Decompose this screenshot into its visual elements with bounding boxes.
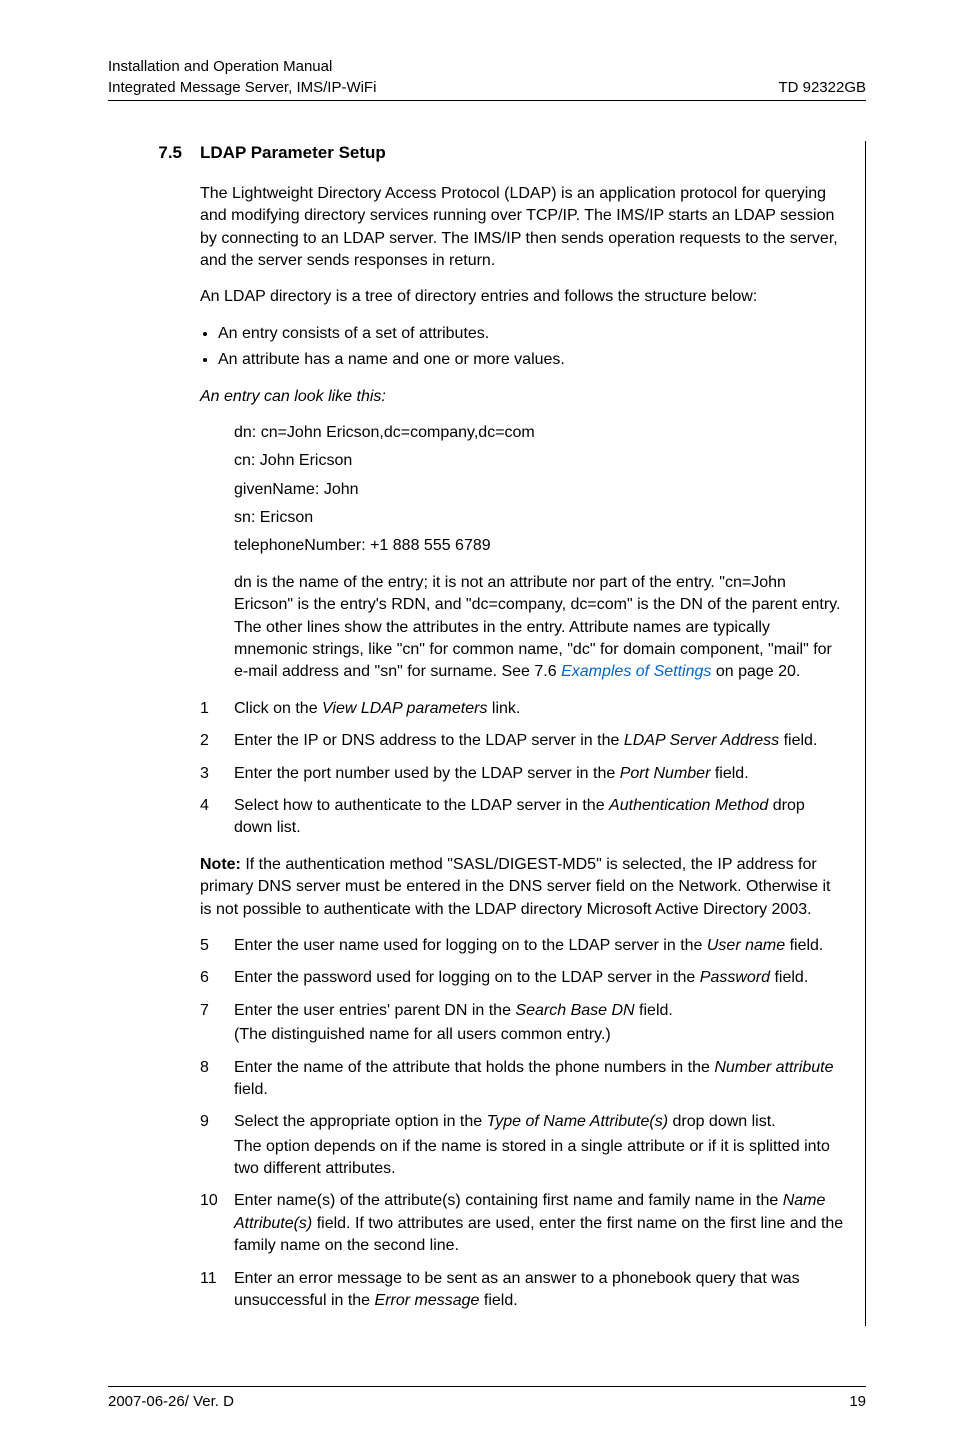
entry-example-caption: An entry can look like this: [200,386,845,408]
step-number: 3 [200,763,234,785]
step-number: 4 [200,795,234,840]
bullet-item: An attribute has a name and one or more … [218,349,845,371]
step-number: 6 [200,967,234,989]
footer-page-number: 19 [849,1391,866,1412]
dn-explanation: dn is the name of the entry; it is not a… [234,572,845,684]
header-left-1: Installation and Operation Manual [108,56,332,77]
step-subtext: The option depends on if the name is sto… [234,1136,845,1181]
step-number: 7 [200,1000,234,1022]
dn-line: cn: John Ericson [234,450,845,472]
step-text: Enter the IP or DNS address to the LDAP … [234,730,845,752]
step-row: 1 Click on the View LDAP parameters link… [200,698,845,720]
page-footer: 2007-06-26/ Ver. D 19 [108,1386,866,1412]
dn-line: telephoneNumber: +1 888 555 6789 [234,535,845,557]
step-row: 11 Enter an error message to be sent as … [200,1268,845,1313]
header-rule [108,100,866,101]
step-text: Enter an error message to be sent as an … [234,1268,845,1313]
step-number: 10 [200,1190,234,1257]
step-number: 5 [200,935,234,957]
step-row: 9 Select the appropriate option in the T… [200,1111,845,1133]
dn-line: givenName: John [234,479,845,501]
step-row: 7 Enter the user entries' parent DN in t… [200,1000,845,1022]
step-text: Enter the port number used by the LDAP s… [234,763,845,785]
paragraph-intro: The Lightweight Directory Access Protoco… [200,183,845,273]
steps-group-b: 5 Enter the user name used for logging o… [200,935,845,1312]
step-text: Enter the user name used for logging on … [234,935,845,957]
step-text: Enter name(s) of the attribute(s) contai… [234,1190,845,1257]
examples-prefix: 7.6 [534,663,561,680]
section-title: LDAP Parameter Setup [200,141,845,165]
step-row: 2 Enter the IP or DNS address to the LDA… [200,730,845,752]
step-number: 1 [200,698,234,720]
dn-line: sn: Ericson [234,507,845,529]
step-row: 3 Enter the port number used by the LDAP… [200,763,845,785]
step-row: 5 Enter the user name used for logging o… [200,935,845,957]
step-text: Click on the View LDAP parameters link. [234,698,845,720]
bullet-item: An entry consists of a set of attributes… [218,323,845,345]
step-text: Select how to authenticate to the LDAP s… [234,795,845,840]
step-text: Enter the user entries' parent DN in the… [234,1000,845,1022]
step-text: Enter the password used for logging on t… [234,967,845,989]
header-left-2: Integrated Message Server, IMS/IP-WiFi [108,77,376,98]
examples-of-settings-link[interactable]: Examples of Settings [561,663,711,680]
steps-group-a: 1 Click on the View LDAP parameters link… [200,698,845,840]
dn-example: dn: cn=John Ericson,dc=company,dc=com cn… [234,422,845,558]
step-number: 8 [200,1057,234,1102]
header-right: TD 92322GB [778,77,866,98]
footer-left: 2007-06-26/ Ver. D [108,1391,234,1412]
step-number: 9 [200,1111,234,1133]
step-row: 10 Enter name(s) of the attribute(s) con… [200,1190,845,1257]
bullet-list: An entry consists of a set of attributes… [200,323,845,372]
section-number: 7.5 [108,141,200,1326]
step-row: 6 Enter the password used for logging on… [200,967,845,989]
content-wrap: 7.5 LDAP Parameter Setup The Lightweight… [108,141,866,1326]
paragraph-tree: An LDAP directory is a tree of directory… [200,286,845,308]
step-subtext: (The distinguished name for all users co… [234,1024,845,1046]
step-text: Enter the name of the attribute that hol… [234,1057,845,1102]
page-header: Installation and Operation Manual Integr… [108,56,866,141]
step-row: 4 Select how to authenticate to the LDAP… [200,795,845,840]
step-number: 2 [200,730,234,752]
step-text: Select the appropriate option in the Typ… [234,1111,845,1133]
note-label: Note: [200,856,241,873]
page: Installation and Operation Manual Integr… [0,0,954,1452]
content-column: LDAP Parameter Setup The Lightweight Dir… [200,141,845,1326]
note-paragraph: Note: If the authentication method "SASL… [200,854,845,921]
dn-line: dn: cn=John Ericson,dc=company,dc=com [234,422,845,444]
step-row: 8 Enter the name of the attribute that h… [200,1057,845,1102]
step-number: 11 [200,1268,234,1313]
